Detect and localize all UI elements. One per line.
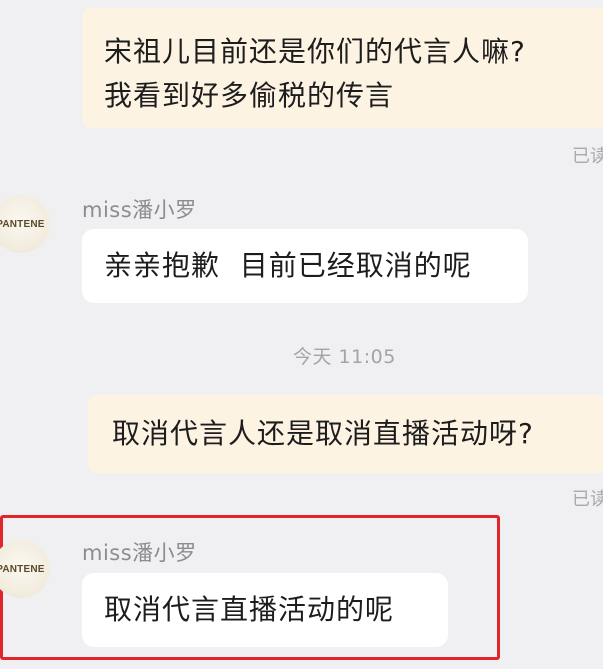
message-text-line: 我看到好多偷税的传言 xyxy=(104,79,395,112)
read-status: 已读 xyxy=(572,489,603,510)
sender-avatar[interactable]: ‖PANTENE xyxy=(0,195,50,253)
sender-name: miss潘小罗 xyxy=(82,541,197,565)
outgoing-message-bubble[interactable]: 宋祖儿目前还是你们的代言人嘛? 我看到好多偷税的传言 xyxy=(82,8,603,128)
message-text: 亲亲抱歉 目前已经取消的呢 xyxy=(104,249,472,282)
chat-window: 宋祖儿目前还是你们的代言人嘛? 我看到好多偷税的传言 已读 ‖PANTENE m… xyxy=(0,0,603,669)
sender-name: miss潘小罗 xyxy=(82,198,197,222)
message-text-line: 宋祖儿目前还是你们的代言人嘛? xyxy=(104,35,526,68)
pantene-logo: ‖PANTENE xyxy=(0,563,45,575)
outgoing-message-bubble[interactable]: 取消代言人还是取消直播活动呀? xyxy=(88,395,603,473)
incoming-message-bubble[interactable]: 取消代言直播活动的呢 xyxy=(82,573,448,647)
read-status: 已读 xyxy=(572,146,603,167)
pantene-logo: ‖PANTENE xyxy=(0,218,45,230)
incoming-message-bubble[interactable]: 亲亲抱歉 目前已经取消的呢 xyxy=(82,229,528,303)
timestamp-divider: 今天 11:05 xyxy=(293,346,396,368)
message-text: 取消代言直播活动的呢 xyxy=(104,593,395,626)
message-text: 取消代言人还是取消直播活动呀? xyxy=(112,417,534,450)
